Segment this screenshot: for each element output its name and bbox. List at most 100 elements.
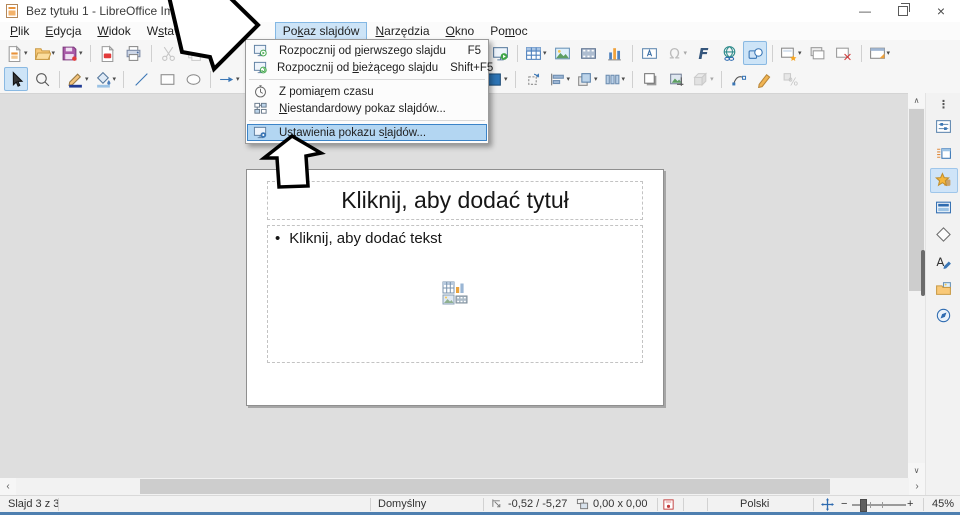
cut-button[interactable] bbox=[157, 41, 181, 65]
distribute-button[interactable]: ▾ bbox=[602, 67, 628, 91]
close-button[interactable]: × bbox=[924, 0, 958, 22]
sidebar-tab-master-slides[interactable] bbox=[930, 195, 958, 220]
sidebar-tab-shapes[interactable] bbox=[930, 222, 958, 247]
new-document-button[interactable]: ▾ bbox=[4, 41, 30, 65]
insert-chart-button[interactable] bbox=[603, 41, 627, 65]
align-button[interactable]: ▾ bbox=[547, 67, 573, 91]
sidebar-hide-grip[interactable] bbox=[921, 250, 925, 296]
sidebar-tab-properties[interactable] bbox=[930, 114, 958, 139]
scroll-up-button[interactable]: ∧ bbox=[908, 93, 925, 108]
slide-properties-dropdown[interactable]: ▾ bbox=[887, 49, 891, 57]
sidebar-settings-button[interactable]: ⋮ bbox=[938, 95, 949, 113]
language-status[interactable]: Polski bbox=[740, 498, 769, 510]
scroll-left-button[interactable]: ‹ bbox=[0, 478, 16, 495]
slide-canvas[interactable]: Kliknij, aby dodać tytuł • Kliknij, aby … bbox=[246, 169, 664, 406]
zoom-tool-button[interactable] bbox=[30, 67, 54, 91]
unsaved-changes-icon[interactable] bbox=[662, 498, 675, 511]
insert-media-button[interactable] bbox=[577, 41, 601, 65]
arrange-button[interactable]: ▾ bbox=[574, 67, 600, 91]
minimize-button[interactable]: — bbox=[848, 0, 882, 22]
insert-image-button[interactable] bbox=[551, 41, 575, 65]
menu-pokaz-slajdow[interactable]: Pokaz slajdów bbox=[274, 22, 368, 40]
sidebar-tab-styles[interactable]: A bbox=[930, 249, 958, 274]
menu-item-start-first-slide[interactable]: Rozpocznij od pierwszego slajdu F5 bbox=[247, 42, 487, 59]
print-button[interactable] bbox=[122, 41, 146, 65]
fill-swatch-dropdown[interactable]: ▾ bbox=[504, 75, 508, 83]
edit-points-button[interactable] bbox=[727, 67, 751, 91]
toggle-formula-button[interactable]: % bbox=[779, 67, 803, 91]
save-button[interactable]: ▾ bbox=[59, 41, 85, 65]
fill-color-dropdown[interactable]: ▾ bbox=[113, 75, 117, 83]
lines-arrows-dropdown[interactable]: ▾ bbox=[236, 75, 240, 83]
open-button[interactable]: ▾ bbox=[32, 41, 58, 65]
new-slide-button[interactable]: ▾ bbox=[778, 41, 804, 65]
show-draw-functions-button[interactable] bbox=[743, 41, 768, 65]
line-color-button[interactable]: ▾ bbox=[65, 67, 91, 91]
menu-item-rehearse-timings[interactable]: Z pomiarem czasu bbox=[247, 83, 487, 100]
extrusion-dropdown[interactable]: ▾ bbox=[710, 75, 714, 83]
menu-okno[interactable]: Okno bbox=[438, 22, 483, 40]
menu-plik[interactable]: Plik bbox=[2, 22, 37, 40]
menu-narzedzia[interactable]: Narzędzia bbox=[367, 22, 437, 40]
special-character-button[interactable]: Ω ▾ bbox=[664, 41, 690, 65]
save-dropdown[interactable]: ▾ bbox=[79, 49, 83, 57]
paste-button[interactable]: ▾ bbox=[209, 41, 235, 65]
hyperlink-button[interactable] bbox=[717, 41, 741, 65]
menu-pomoc[interactable]: Pomoc bbox=[482, 22, 535, 40]
layout-name[interactable]: Domyślny bbox=[378, 498, 426, 510]
sidebar-tab-slide-transition[interactable] bbox=[930, 141, 958, 166]
content-placeholder[interactable]: • Kliknij, aby dodać tekst bbox=[267, 225, 643, 363]
new-slide-dropdown[interactable]: ▾ bbox=[798, 49, 802, 57]
restore-button[interactable] bbox=[886, 0, 920, 22]
zoom-in-control[interactable]: + bbox=[907, 498, 913, 510]
rectangle-tool-button[interactable] bbox=[155, 67, 179, 91]
align-dropdown[interactable]: ▾ bbox=[567, 75, 571, 83]
crop-image-button[interactable] bbox=[664, 67, 688, 91]
menu-wstaw[interactable]: Wstaw bbox=[139, 22, 191, 40]
sidebar-tab-navigator[interactable] bbox=[930, 303, 958, 328]
insert-table-button[interactable]: ▾ bbox=[523, 41, 549, 65]
shadow-button[interactable] bbox=[638, 67, 662, 91]
insert-table-dropdown[interactable]: ▾ bbox=[543, 49, 547, 57]
fill-color-button[interactable]: ▾ bbox=[93, 67, 119, 91]
menu-item-slideshow-settings[interactable]: Ustawienia pokazu slajdów... bbox=[247, 124, 487, 141]
menu-item-start-current-slide[interactable]: Rozpocznij od bieżącego slajdu Shift+F5 bbox=[247, 59, 493, 76]
menu-widok[interactable]: Widok bbox=[89, 22, 138, 40]
duplicate-slide-button[interactable] bbox=[806, 41, 830, 65]
extrusion-button[interactable]: ▾ bbox=[690, 67, 716, 91]
zoom-level[interactable]: 45% bbox=[932, 498, 954, 510]
line-color-dropdown[interactable]: ▾ bbox=[85, 75, 89, 83]
gluepoints-button[interactable] bbox=[753, 67, 777, 91]
distribute-dropdown[interactable]: ▾ bbox=[622, 75, 626, 83]
paste-dropdown[interactable]: ▾ bbox=[229, 49, 233, 57]
scroll-down-button[interactable]: ∨ bbox=[908, 463, 925, 478]
insert-placeholders-icon[interactable] bbox=[442, 281, 468, 307]
select-tool-button[interactable] bbox=[4, 67, 28, 91]
menu-item-custom-slideshow[interactable]: Niestandardowy pokaz slajdów... bbox=[247, 100, 487, 117]
rotate-button[interactable] bbox=[521, 67, 545, 91]
ellipse-tool-button[interactable] bbox=[181, 67, 205, 91]
scroll-right-button[interactable]: › bbox=[909, 478, 925, 495]
special-character-dropdown[interactable]: ▾ bbox=[684, 49, 688, 57]
arrange-dropdown[interactable]: ▾ bbox=[594, 75, 598, 83]
horizontal-scrollbar[interactable]: ‹ › bbox=[0, 478, 925, 495]
fit-slide-icon[interactable] bbox=[821, 498, 834, 511]
fontwork-button[interactable]: F bbox=[691, 41, 715, 65]
open-dropdown[interactable]: ▾ bbox=[52, 49, 56, 57]
lines-arrows-button[interactable]: ▾ bbox=[216, 67, 242, 91]
export-pdf-button[interactable] bbox=[96, 41, 120, 65]
sidebar-tab-gallery[interactable] bbox=[930, 276, 958, 301]
title-placeholder[interactable]: Kliknij, aby dodać tytuł bbox=[267, 181, 643, 220]
insert-line-button[interactable] bbox=[129, 67, 153, 91]
delete-slide-button[interactable] bbox=[832, 41, 856, 65]
menu-edycja[interactable]: Edycja bbox=[37, 22, 89, 40]
insert-textbox-button[interactable] bbox=[638, 41, 662, 65]
copy-button[interactable] bbox=[183, 41, 207, 65]
zoom-slider-thumb[interactable] bbox=[860, 499, 867, 512]
zoom-out-control[interactable]: − bbox=[841, 498, 847, 510]
slide-properties-button[interactable]: ▾ bbox=[867, 41, 893, 65]
new-document-dropdown[interactable]: ▾ bbox=[24, 49, 28, 57]
workspace[interactable]: Kliknij, aby dodać tytuł • Kliknij, aby … bbox=[0, 93, 908, 478]
horizontal-scrollbar-thumb[interactable] bbox=[140, 479, 830, 494]
sidebar-tab-animation[interactable] bbox=[929, 168, 958, 193]
